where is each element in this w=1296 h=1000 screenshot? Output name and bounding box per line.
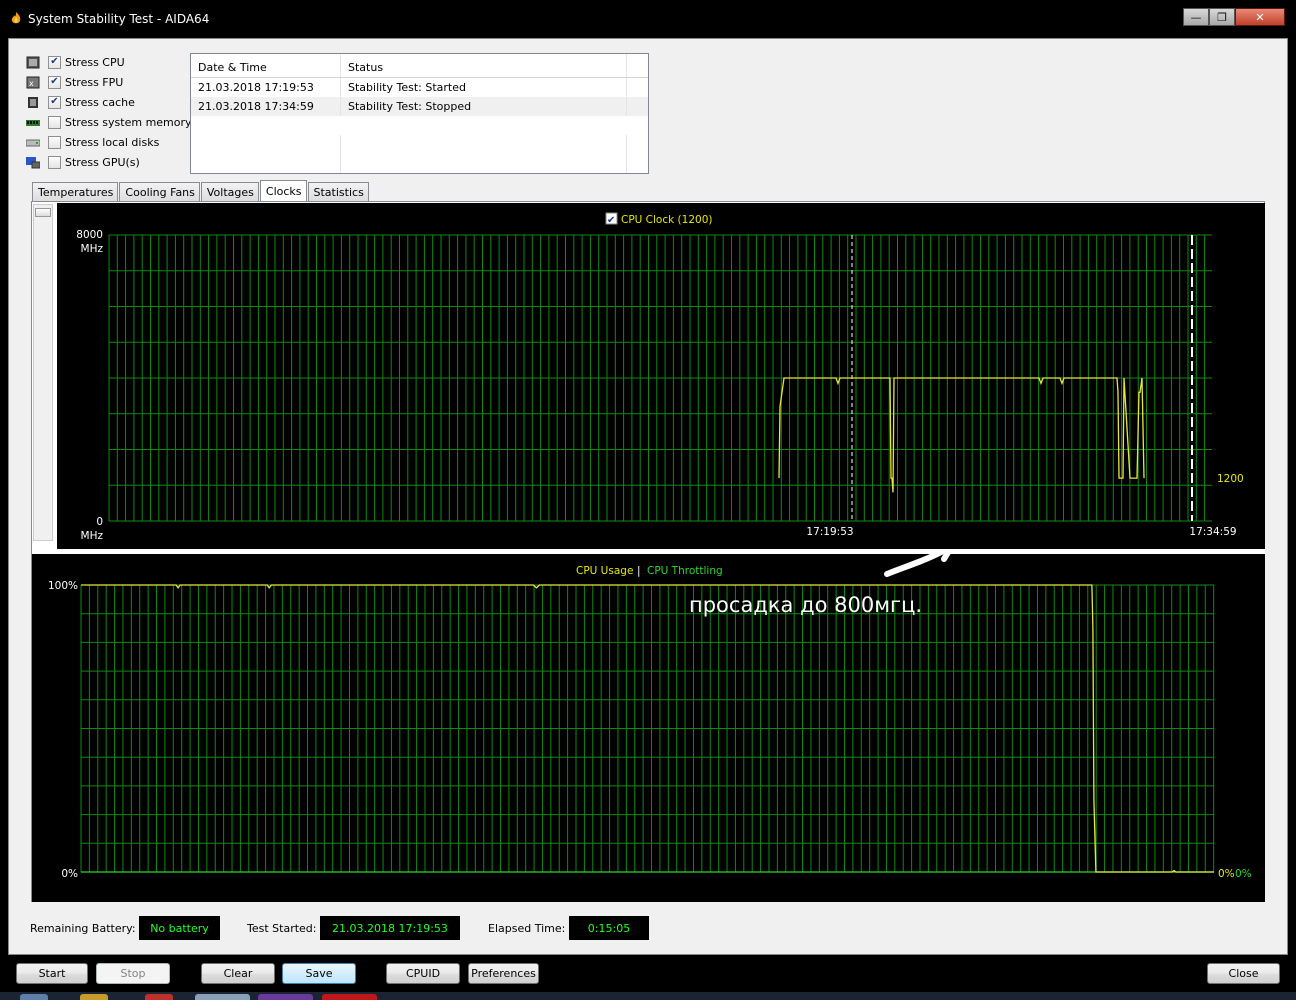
stress-cpu-label: Stress CPU [65, 55, 125, 69]
log-header: Date & Time Status [191, 54, 648, 78]
close-window-button[interactable]: ✕ [1235, 8, 1285, 26]
title-bar: System Stability Test - AIDA64 — ❐ ✕ [0, 0, 1296, 38]
stress-options: ✔ Stress CPU x ✔ Stress FPU ✔ Stress cac… [26, 52, 196, 172]
log-column-status[interactable]: Status [341, 54, 627, 77]
memory-icon [26, 119, 40, 126]
clear-button[interactable]: Clear [201, 963, 275, 984]
cpu-clock-trace [778, 377, 1145, 493]
stress-option-memory[interactable]: Stress system memory [26, 112, 196, 132]
start-orb-icon[interactable] [20, 994, 48, 1000]
taskbar-app-icon[interactable] [195, 994, 250, 1000]
log-cell-datetime: 21.03.2018 17:34:59 [191, 97, 341, 116]
log-cell-datetime: 21.03.2018 17:19:53 [191, 78, 341, 97]
taskbar-app-icon[interactable] [322, 994, 377, 1000]
stress-cache-label: Stress cache [65, 95, 135, 109]
battery-label: Remaining Battery: [30, 922, 136, 935]
cpu-usage-legend: CPU Usage [576, 565, 633, 577]
window-title: System Stability Test - AIDA64 [28, 12, 210, 26]
elapsed-time-value: 0:15:05 [569, 916, 649, 940]
cpu-throttling-legend: CPU Throttling [647, 565, 723, 577]
stress-option-cpu[interactable]: ✔ Stress CPU [26, 52, 196, 72]
test-started-value: 21.03.2018 17:19:53 [320, 916, 460, 940]
save-button[interactable]: Save [282, 963, 356, 984]
cpu-usage-chart: CPU Usage | CPU Throttling 100% 0% 0% 0%… [32, 554, 1265, 902]
stress-disks-label: Stress local disks [65, 135, 160, 149]
log-header-filler [627, 54, 648, 77]
stress-fpu-checkbox[interactable]: ✔ [48, 75, 61, 89]
cache-icon [28, 96, 38, 108]
gpu-icon [26, 156, 40, 168]
tab-statistics[interactable]: Statistics [307, 182, 369, 202]
test-started-label: Test Started: [247, 922, 317, 935]
stress-memory-label: Stress system memory [65, 115, 192, 129]
maximize-button[interactable]: ❐ [1209, 8, 1235, 26]
minimize-button[interactable]: — [1183, 8, 1209, 26]
stress-disks-checkbox[interactable] [48, 135, 61, 149]
y-axis-max-unit: MHz [81, 243, 104, 255]
stress-cache-checkbox[interactable]: ✔ [48, 95, 61, 109]
stress-fpu-label: Stress FPU [65, 75, 124, 89]
legend-divider: | [637, 565, 641, 577]
tab-temperatures[interactable]: Temperatures [32, 182, 119, 202]
tab-clocks[interactable]: Clocks [259, 180, 307, 203]
elapsed-time-label: Elapsed Time: [488, 922, 566, 935]
cpu-usage-grid [80, 584, 1215, 873]
stress-option-disks[interactable]: Stress local disks [26, 132, 196, 152]
log-row[interactable]: 21.03.2018 17:34:59 Stability Test: Stop… [191, 97, 648, 116]
log-empty-area [191, 135, 648, 173]
taskbar-app-icon[interactable] [145, 994, 173, 1000]
scrollbar-thumb[interactable] [35, 208, 51, 217]
y-axis-min-unit: MHz [81, 530, 104, 542]
usage-y-max-label: 100% [48, 580, 78, 592]
test-log-list[interactable]: Date & Time Status 21.03.2018 17:19:53 S… [190, 53, 649, 174]
taskbar-app-icon[interactable] [80, 994, 108, 1000]
log-row[interactable]: 21.03.2018 17:19:53 Stability Test: Star… [191, 78, 648, 97]
cpu-clock-chart: ✔ CPU Clock (1200) 8000 MHz 0 MHz 17:19:… [57, 203, 1265, 549]
start-button[interactable]: Start [16, 963, 88, 984]
battery-value: No battery [139, 916, 220, 940]
cpu-usage-current-value: 0% [1218, 868, 1235, 880]
aida64-flame-icon [11, 12, 21, 24]
log-cell-status: Stability Test: Stopped [341, 97, 627, 116]
annotation-text: просадка до 800мгц. [689, 593, 922, 617]
stress-memory-checkbox[interactable] [48, 115, 61, 129]
stress-option-gpu[interactable]: Stress GPU(s) [26, 152, 196, 172]
cpu-throttling-current-value: 0% [1235, 868, 1252, 880]
log-column-datetime[interactable]: Date & Time [191, 54, 341, 77]
stress-option-fpu[interactable]: x ✔ Stress FPU [26, 72, 196, 92]
log-cell-status: Stability Test: Started [341, 78, 627, 97]
usage-y-min-label: 0% [61, 868, 78, 880]
preferences-button[interactable]: Preferences [468, 963, 539, 984]
stress-gpu-checkbox[interactable] [48, 155, 61, 169]
stress-cpu-checkbox[interactable]: ✔ [48, 55, 61, 69]
stress-gpu-label: Stress GPU(s) [65, 155, 140, 169]
disk-icon [26, 139, 40, 146]
y-axis-min-label: 0 [96, 516, 103, 528]
tab-voltages[interactable]: Voltages [200, 182, 259, 202]
chart-scrollbar[interactable] [33, 204, 53, 541]
svg-text:x: x [29, 79, 34, 88]
tab-strip: Temperatures Cooling Fans Voltages Clock… [32, 180, 370, 203]
stress-option-cache[interactable]: ✔ Stress cache [26, 92, 196, 112]
marker-label-start: 17:19:53 [806, 526, 853, 538]
cpuid-button[interactable]: CPUID [386, 963, 460, 984]
marker-label-stop: 17:34:59 [1189, 526, 1236, 538]
y-axis-max-label: 8000 [76, 229, 103, 241]
cpu-clock-legend-check-icon: ✔ [607, 215, 615, 226]
fpu-icon: x [26, 76, 40, 88]
stop-button[interactable]: Stop [96, 963, 170, 984]
tab-cooling-fans[interactable]: Cooling Fans [119, 182, 200, 202]
taskbar-app-icon[interactable] [258, 994, 313, 1000]
cpu-clock-legend: CPU Clock (1200) [621, 214, 712, 226]
cpu-icon [26, 56, 40, 68]
cpu-clock-current-value: 1200 [1217, 473, 1244, 485]
annotation-arrow-icon [884, 554, 944, 577]
status-bar: Remaining Battery: No battery Test Start… [30, 916, 670, 940]
close-button[interactable]: Close [1207, 963, 1280, 984]
